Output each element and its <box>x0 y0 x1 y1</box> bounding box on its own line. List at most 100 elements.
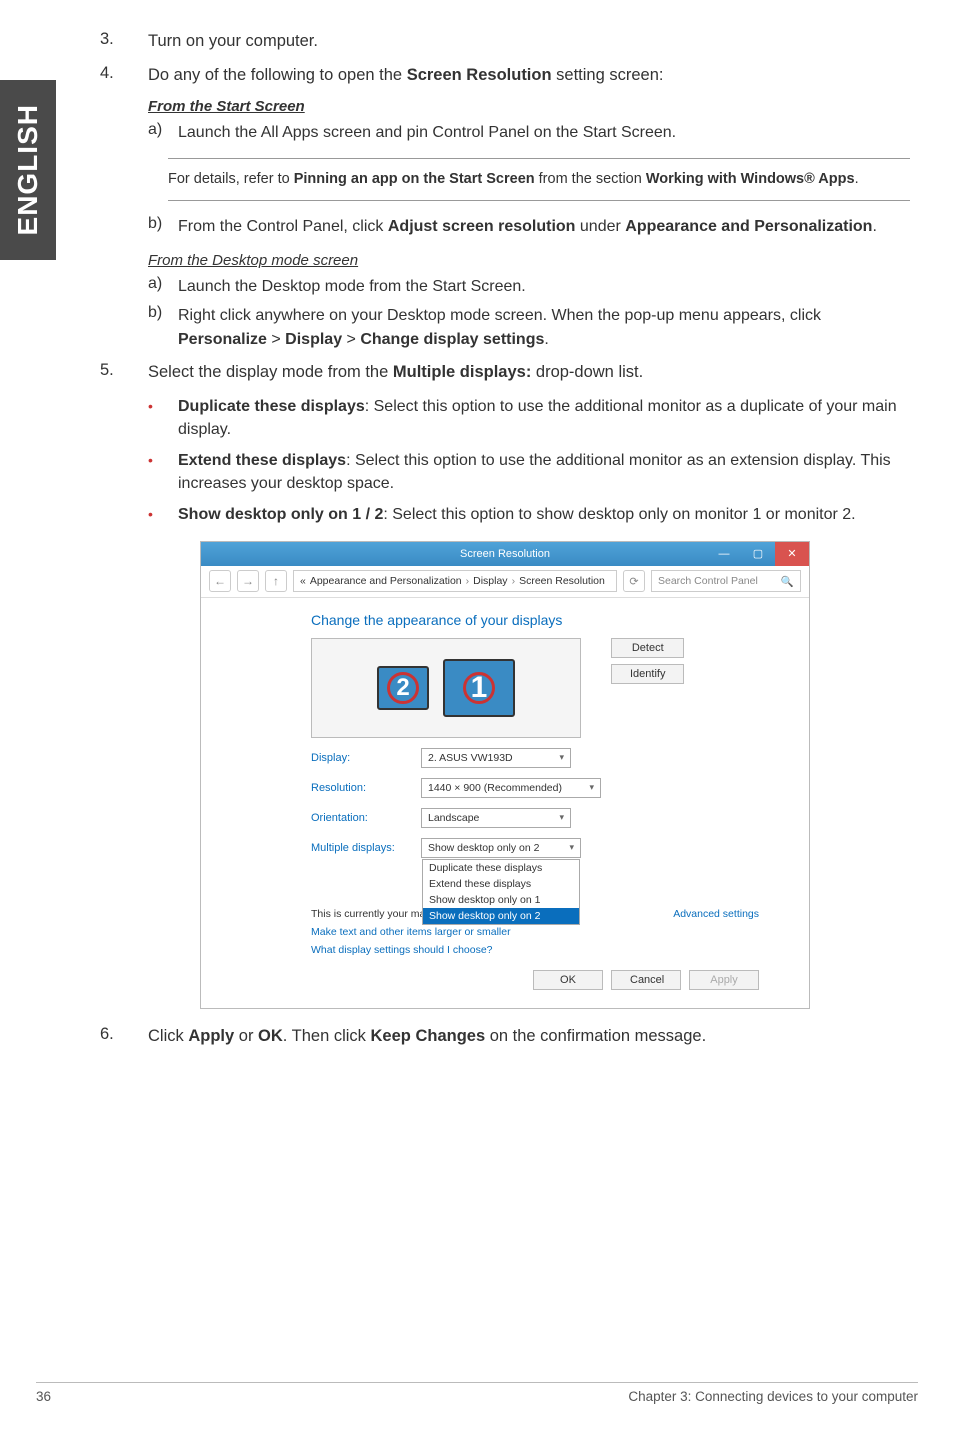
breadcrumb-prefix: « <box>300 575 306 587</box>
step-text: Select the display mode from the Multipl… <box>148 361 910 385</box>
text: setting screen: <box>552 66 664 84</box>
label-resolution: Resolution: <box>311 782 411 794</box>
language-tab: ENGLISH <box>0 80 56 260</box>
text-bold: Multiple displays: <box>393 363 531 381</box>
dropdown-option[interactable]: Duplicate these displays <box>423 860 579 876</box>
text-size-link[interactable]: Make text and other items larger or smal… <box>311 926 759 938</box>
display-preview[interactable]: 2 1 <box>311 638 581 738</box>
monitor-1-icon[interactable]: 1 <box>443 659 515 717</box>
text: Do any of the following to open the <box>148 66 407 84</box>
chevron-down-icon: ▾ <box>559 752 564 763</box>
chevron-right-icon: › <box>512 575 516 587</box>
identify-button[interactable]: Identify <box>611 664 684 684</box>
combo-value: 2. ASUS VW193D <box>428 752 513 764</box>
substep-mark: b) <box>148 215 178 238</box>
breadcrumb-item[interactable]: Display <box>473 575 507 587</box>
minimize-button[interactable]: — <box>707 542 741 566</box>
apply-button[interactable]: Apply <box>689 970 759 990</box>
note-callout: For details, refer to Pinning an app on … <box>148 158 910 201</box>
text-bold: Working with Windows® Apps <box>646 171 855 187</box>
text-bold: Screen Resolution <box>407 66 552 84</box>
step-text: Do any of the following to open the Scre… <box>148 64 910 88</box>
bullet-text: Extend these displays: Select this optio… <box>178 449 910 495</box>
breadcrumb-item[interactable]: Screen Resolution <box>519 575 605 587</box>
text: . <box>855 171 859 187</box>
display-settings-help-link[interactable]: What display settings should I choose? <box>311 944 759 956</box>
combo-value: 1440 × 900 (Recommended) <box>428 782 562 794</box>
language-tab-text: ENGLISH <box>12 104 44 235</box>
page-number: 36 <box>36 1389 51 1404</box>
text-bold: Pinning an app on the Start Screen <box>294 171 535 187</box>
substep-text: From the Control Panel, click Adjust scr… <box>178 215 910 238</box>
text: Right click anywhere on your Desktop mod… <box>178 307 821 324</box>
search-icon: 🔍 <box>781 575 794 588</box>
callout-circle-icon: 1 <box>463 672 495 704</box>
text-bold: Show desktop only on 1 / 2 <box>178 506 383 523</box>
text: . <box>872 218 876 235</box>
substep-text: Right click anywhere on your Desktop mod… <box>178 304 910 350</box>
label-multiple-displays: Multiple displays: <box>311 842 411 854</box>
back-button[interactable]: ← <box>209 570 231 592</box>
text-bold: Duplicate these displays <box>178 398 365 415</box>
chevron-down-icon: ▾ <box>589 782 594 793</box>
chevron-down-icon: ▾ <box>559 812 564 823</box>
text: on the confirmation message. <box>485 1027 706 1045</box>
label-orientation: Orientation: <box>311 812 411 824</box>
text: . <box>544 331 548 348</box>
breadcrumb-item[interactable]: Appearance and Personalization <box>310 575 462 587</box>
text-bold: Personalize <box>178 331 267 348</box>
bullet-icon: • <box>148 449 178 495</box>
bullet-icon: • <box>148 503 178 526</box>
substep-mark: a) <box>148 121 178 144</box>
breadcrumb[interactable]: « Appearance and Personalization › Displa… <box>293 570 617 592</box>
cancel-button[interactable]: Cancel <box>611 970 681 990</box>
up-button[interactable]: ↑ <box>265 570 287 592</box>
close-button[interactable]: ✕ <box>775 542 809 566</box>
text: from the section <box>535 171 646 187</box>
text-bold: Keep Changes <box>371 1027 486 1045</box>
combo-value: Show desktop only on 2 <box>428 842 540 854</box>
ok-button[interactable]: OK <box>533 970 603 990</box>
step-number: 4. <box>100 64 148 88</box>
step-number: 3. <box>100 30 148 54</box>
window-titlebar[interactable]: Screen Resolution — ▢ ✕ <box>201 542 809 566</box>
dropdown-option[interactable]: Show desktop only on 1 <box>423 892 579 908</box>
search-input[interactable]: Search Control Panel 🔍 <box>651 570 801 592</box>
detect-button[interactable]: Detect <box>611 638 684 658</box>
text: From the Control Panel, click <box>178 218 388 235</box>
callout-circle-icon: 2 <box>387 672 419 704</box>
multiple-displays-combo[interactable]: Show desktop only on 2▾ Duplicate these … <box>421 838 581 858</box>
text: For details, refer to <box>168 171 294 187</box>
text-bold: Appearance and Personalization <box>625 218 872 235</box>
forward-button[interactable]: → <box>237 570 259 592</box>
substep-text: Launch the Desktop mode from the Start S… <box>178 275 910 298</box>
maximize-button[interactable]: ▢ <box>741 542 775 566</box>
monitor-number: 2 <box>396 674 409 702</box>
advanced-settings-link[interactable]: Advanced settings <box>673 908 759 920</box>
orientation-combo[interactable]: Landscape ▾ <box>421 808 571 828</box>
substep-mark: b) <box>148 304 178 350</box>
text: Click <box>148 1027 188 1045</box>
text-bold: OK <box>258 1027 283 1045</box>
text: or <box>234 1027 258 1045</box>
bullet-text: Duplicate these displays: Select this op… <box>178 395 910 441</box>
monitor-2-icon[interactable]: 2 <box>377 666 429 710</box>
refresh-button[interactable]: ⟳ <box>623 570 645 592</box>
chevron-down-icon: ▾ <box>569 842 574 853</box>
dropdown-option[interactable]: Extend these displays <box>423 876 579 892</box>
text-bold: Display <box>285 331 342 348</box>
dropdown-option-selected[interactable]: Show desktop only on 2 <box>423 908 579 924</box>
screenshot-screen-resolution: Screen Resolution — ▢ ✕ ← → ↑ « Appearan… <box>200 541 810 1009</box>
subheading-from-start: From the Start Screen <box>148 98 910 115</box>
search-placeholder: Search Control Panel <box>658 575 758 587</box>
step-number: 6. <box>100 1025 148 1049</box>
step-number: 5. <box>100 361 148 385</box>
combo-value: Landscape <box>428 812 479 824</box>
text-bold: Change display settings <box>360 331 544 348</box>
page-footer: 36 Chapter 3: Connecting devices to your… <box>36 1382 918 1404</box>
bullet-text: Show desktop only on 1 / 2: Select this … <box>178 503 910 526</box>
bullet-icon: • <box>148 395 178 441</box>
resolution-combo[interactable]: 1440 × 900 (Recommended) ▾ <box>421 778 601 798</box>
note-text: For details, refer to Pinning an app on … <box>168 158 910 201</box>
display-combo[interactable]: 2. ASUS VW193D ▾ <box>421 748 571 768</box>
